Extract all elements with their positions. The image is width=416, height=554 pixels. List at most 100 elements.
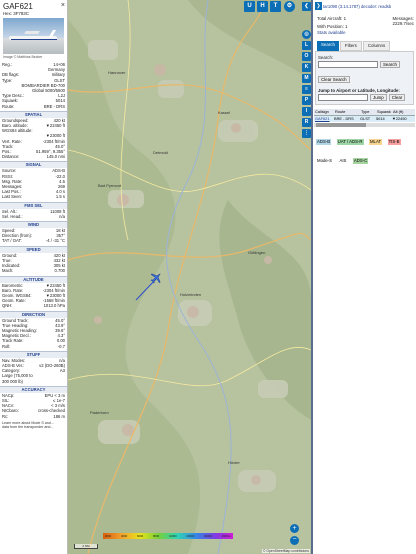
info-value: 145.0 nmi xyxy=(46,154,65,160)
table-header: Callsign Route Type Squawk Alt (ft) xyxy=(314,109,415,116)
table-row[interactable]: GAF621 BRE - DRS GLST 5014 ▼22450 xyxy=(314,116,415,122)
aircraft-marker-icon[interactable] xyxy=(150,271,162,284)
info-key: TAT / OAT: xyxy=(2,238,22,244)
map-attribution[interactable]: © OpenStreetMap contributors xyxy=(261,549,310,553)
toggle-p-button[interactable]: P xyxy=(302,96,311,105)
stats-link[interactable]: Stats available xyxy=(317,30,348,35)
map-view[interactable]: Hannover Bad Pyrmont Holzminden Paderbor… xyxy=(68,0,311,554)
info-key: 300 000 lb) xyxy=(2,378,23,384)
info-key: Sel. Head.: xyxy=(2,213,23,219)
filter-icon[interactable]: ⋮ xyxy=(302,129,311,138)
info-key: Rc: xyxy=(2,413,9,419)
toggle-l-button[interactable]: L xyxy=(302,41,311,50)
info-key: Route: xyxy=(2,103,15,109)
aircraft-info-panel: GAF621 × Hex: 3F783C Image © Matthias Be… xyxy=(0,0,68,554)
legend-adsc: ADS-C xyxy=(352,158,369,164)
altitude-tick: 30000 xyxy=(204,534,212,538)
version-line[interactable]: tar1090 (3.14.1787) decoder: readsb xyxy=(323,4,391,9)
info-row: 300 000 lb) xyxy=(0,379,67,384)
total-aircraft-label: Total Aircraft: xyxy=(317,16,343,21)
row-alt: ▼22450 xyxy=(392,116,407,121)
altitude-tick: 6000 xyxy=(136,534,144,538)
info-value: 186 m xyxy=(53,413,65,419)
column-header[interactable]: Route xyxy=(334,109,360,115)
map-place-label: Bad Pyrmont xyxy=(98,183,122,188)
layers-icon[interactable]: ≡ xyxy=(302,85,311,94)
top-button-u[interactable]: U xyxy=(244,1,255,12)
total-aircraft-value: 1 xyxy=(343,16,347,21)
top-button-h[interactable]: H xyxy=(257,1,268,12)
info-sections: SPATIAL Groundspeed: 420 kt Baro. altitude:… xyxy=(0,110,67,419)
zoom-in-button[interactable]: + xyxy=(290,524,299,533)
close-icon[interactable]: × xyxy=(61,2,65,10)
info-value: 1013.0 hPa xyxy=(43,303,65,309)
row-type: GLST xyxy=(360,116,371,121)
table-scrollbar[interactable] xyxy=(314,123,415,127)
toggle-i-button[interactable]: I xyxy=(302,107,311,116)
info-value: ▼22450 ft xyxy=(45,123,65,129)
section-title: SPATIAL xyxy=(0,110,67,118)
clear-search-button[interactable]: Clear Search xyxy=(318,76,350,83)
panel-toggle-arrow-icon[interactable]: ❮ xyxy=(302,2,311,11)
toggle-k-button[interactable]: K xyxy=(302,63,311,72)
info-row: QNH: 1013.0 hPa xyxy=(0,303,67,308)
info-value: n/a xyxy=(59,213,65,219)
map-place-label: Göttingen xyxy=(248,250,266,255)
selected-callsign: GAF621 xyxy=(3,2,33,11)
zoom-out-button[interactable]: − xyxy=(290,536,299,545)
search-button[interactable]: Search xyxy=(380,61,400,68)
row-route: BRE - DRS xyxy=(334,116,354,121)
tab-search[interactable]: Search xyxy=(317,41,339,51)
jump-input[interactable] xyxy=(318,94,368,101)
map-place-label: Kassel xyxy=(218,110,231,115)
info-key: Distance: xyxy=(2,154,20,160)
toggle-m-button[interactable]: M xyxy=(302,74,311,83)
legend-ais: AIS xyxy=(339,158,347,163)
section-title: SIGNAL xyxy=(0,161,67,169)
source-legend: ADS-B UAT / ADS-R MLAT TIS-B Mode-S AIS … xyxy=(313,127,416,167)
aircraft-table: Callsign Route Type Squawk Alt (ft) GAF621 B… xyxy=(314,109,415,127)
column-header[interactable]: Squawk xyxy=(376,109,392,115)
tab-filters[interactable]: Filters xyxy=(339,41,362,51)
legend-uat: UAT / ADS-R xyxy=(336,139,364,145)
settings-gear-icon[interactable]: ⚙ xyxy=(284,1,295,12)
altitude-tick: 40000+ xyxy=(221,534,231,538)
row-squawk: 5014 xyxy=(376,116,385,121)
info-key: WGS84 altitude: xyxy=(2,128,33,134)
info-row: Mach: 0.700 xyxy=(0,268,67,273)
section-title: STUFF xyxy=(0,350,67,358)
clear-button[interactable]: Clear xyxy=(388,94,406,101)
column-header[interactable]: Type xyxy=(360,109,376,115)
collapse-arrow-icon[interactable]: ❯ xyxy=(315,2,322,10)
toggle-o-button[interactable]: O xyxy=(302,52,311,61)
top-button-t[interactable]: T xyxy=(270,1,281,12)
column-header[interactable]: Callsign xyxy=(314,109,334,115)
jump-button[interactable]: Jump xyxy=(370,94,387,101)
target-icon[interactable]: ◎ xyxy=(302,30,311,39)
info-key: Mach: xyxy=(2,268,14,274)
section-title: WIND xyxy=(0,221,67,229)
search-label: Search: xyxy=(318,55,334,60)
info-fields-top: Reg.: 14+06 Germany DB flags: military Type: G… xyxy=(0,62,67,109)
section-title: DIRECTION xyxy=(0,310,67,318)
image-credit: Image © Matthias Becker xyxy=(3,55,43,59)
jump-label: Jump to Airport or Latitude, Longitude: xyxy=(318,88,400,93)
info-value: A3 xyxy=(59,368,65,374)
column-header[interactable]: Alt (ft) xyxy=(392,109,414,115)
info-row: Route: BRE - DRS xyxy=(0,104,67,109)
altitude-tick: 4000 xyxy=(120,534,128,538)
legend-adsb: ADS-B xyxy=(316,139,332,145)
info-row: Sel. Head.: n/a xyxy=(0,214,67,219)
toggle-r-button[interactable]: R xyxy=(302,118,311,127)
search-input[interactable] xyxy=(318,61,378,68)
map-place-label: Höxter xyxy=(228,460,240,465)
altitude-legend-bar: 2000 4000 6000 8000 10000 20000 30000 40000+ xyxy=(103,533,233,539)
info-key: Type: xyxy=(2,77,13,83)
tab-columns[interactable]: Columns xyxy=(362,41,391,51)
map-terrain xyxy=(68,0,311,554)
section-title: ALTITUDE xyxy=(0,275,67,283)
altitude-tick: 20000 xyxy=(186,534,195,538)
aircraft-photo[interactable] xyxy=(3,18,64,54)
hex-label: Hex: xyxy=(3,11,13,16)
map-place-label: Holzminden xyxy=(180,292,202,297)
